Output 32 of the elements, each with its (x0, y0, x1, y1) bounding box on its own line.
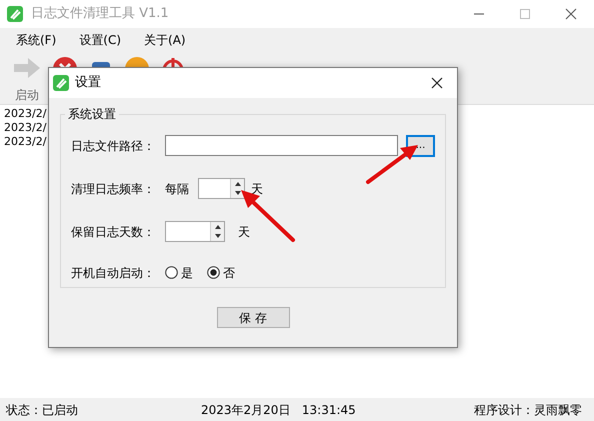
app-icon (7, 6, 23, 22)
status-text: 状态：已启动 (6, 402, 79, 418)
field-label: 保留日志天数： (71, 224, 156, 240)
window-title: 日志文件清理工具 V1.1 (31, 5, 169, 24)
field-label: 每隔 (165, 180, 190, 198)
unit-label: 天 (251, 180, 263, 198)
log-line: 2023/2/ (4, 135, 46, 149)
number-spinner[interactable] (198, 178, 245, 199)
save-button[interactable]: 保 存 (216, 307, 290, 328)
field-label: 清理日志频率： (71, 180, 156, 198)
radio-button[interactable] (207, 266, 220, 279)
log-line: 2023/2/ (4, 107, 46, 121)
group-title: 系统设置 (65, 106, 119, 122)
field-label: 开机自动启动： (71, 264, 156, 282)
dialog-title: 设置 (75, 74, 101, 92)
unit-label: 天 (238, 224, 250, 240)
menu-item[interactable]: 关于(A) (134, 31, 196, 49)
app-icon (53, 75, 69, 91)
radio-label: 是 (181, 264, 193, 282)
radio-option[interactable]: 是 (165, 264, 193, 282)
author-text: 程序设计：灵雨飘零 (474, 402, 582, 418)
path-field[interactable] (165, 135, 398, 156)
datetime-text: 2023年2月20日 13:31:45 (201, 402, 356, 418)
menu-item[interactable]: 设置(C) (69, 31, 132, 49)
close-icon[interactable] (431, 77, 443, 89)
field-label: 日志文件路径： (71, 138, 156, 154)
toolbar-label: 启动 (15, 87, 39, 104)
radio-button[interactable] (165, 266, 178, 279)
radio-label: 否 (223, 264, 235, 282)
log-line: 2023/2/ (4, 121, 46, 135)
menu-item[interactable]: 系统(F) (6, 31, 66, 49)
radio-option[interactable]: 否 (207, 264, 235, 282)
